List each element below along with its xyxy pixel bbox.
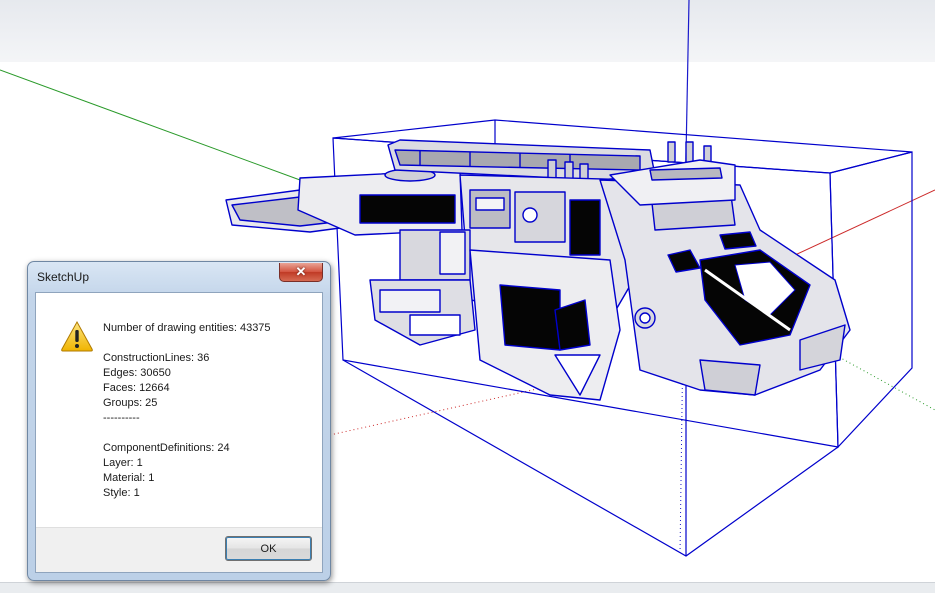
ok-button[interactable]: OK [225, 536, 312, 561]
warning-icon [61, 320, 93, 352]
separator-line: ---------- [103, 412, 140, 424]
layer-line: Layer: 1 [103, 457, 143, 469]
edges-line: Edges: 30650 [103, 367, 171, 379]
ok-button-label: OK [260, 542, 277, 555]
style-line: Style: 1 [103, 487, 140, 499]
sketchup-dialog[interactable]: SketchUp ✕ Number of drawing entities: 4… [27, 261, 331, 581]
entities-line: Number of drawing entities: 43375 [103, 322, 271, 334]
close-icon: ✕ [295, 264, 307, 279]
dialog-title: SketchUp [37, 270, 90, 284]
dialog-content: Number of drawing entities: 43375 Constr… [35, 292, 323, 573]
faces-line: Faces: 12664 [103, 382, 170, 394]
close-button[interactable]: ✕ [279, 263, 323, 282]
material-line: Material: 1 [103, 472, 155, 484]
groups-line: Groups: 25 [103, 397, 158, 409]
message-text: Number of drawing entities: 43375 Constr… [103, 321, 271, 501]
component-definitions-line: ComponentDefinitions: 24 [103, 442, 230, 454]
construction-lines-line: ConstructionLines: 36 [103, 352, 210, 364]
status-bar [0, 582, 935, 593]
green-axis-solid [0, 69, 301, 181]
